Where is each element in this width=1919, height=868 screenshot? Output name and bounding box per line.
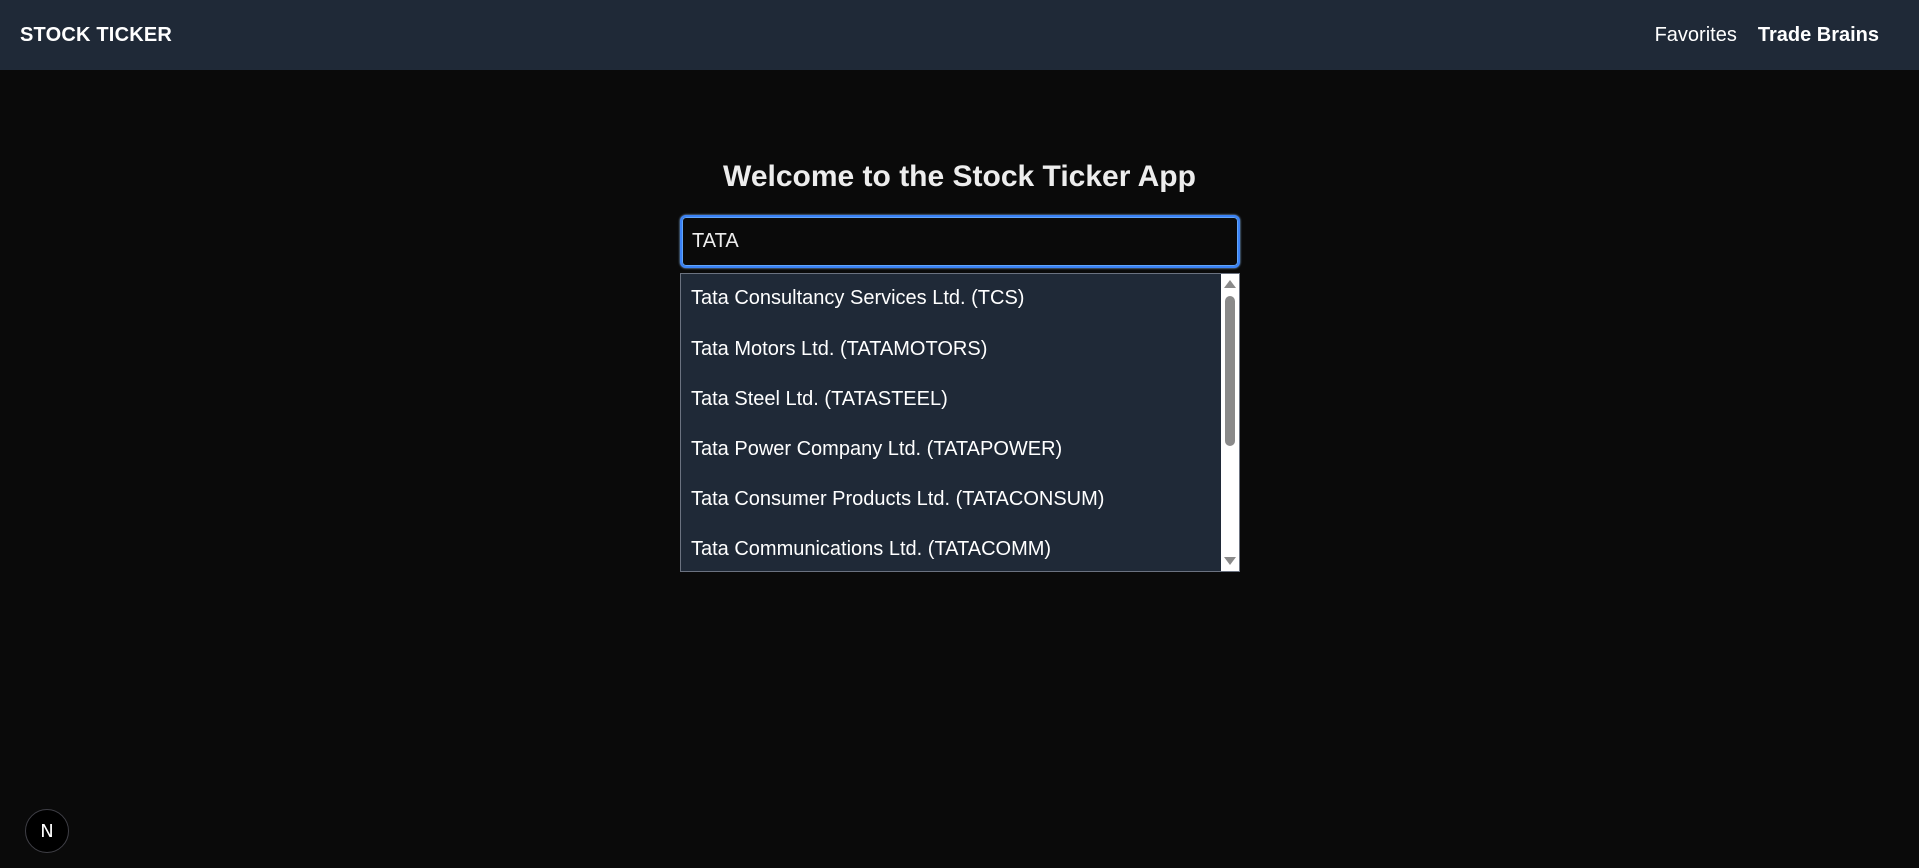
page-title: Welcome to the Stock Ticker App [723, 160, 1196, 193]
app-brand[interactable]: STOCK TICKER [20, 24, 172, 47]
suggestion-item[interactable]: Tata Power Company Ltd. (TATAPOWER) [681, 424, 1220, 474]
nextjs-logo-icon[interactable]: N [25, 809, 69, 853]
suggestion-item[interactable]: Tata Consultancy Services Ltd. (TCS) [681, 274, 1220, 324]
suggestion-item[interactable]: Tata Motors Ltd. (TATAMOTORS) [681, 324, 1220, 374]
nav-link-trade-brains[interactable]: Trade Brains [1758, 24, 1879, 47]
stock-search-input[interactable] [680, 215, 1240, 268]
search-container [680, 215, 1240, 268]
scroll-up-arrow-icon[interactable] [1224, 280, 1236, 288]
suggestion-item[interactable]: Tata Steel Ltd. (TATASTEEL) [681, 374, 1220, 424]
top-navbar: STOCK TICKER Favorites Trade Brains [0, 0, 1919, 70]
nextjs-badge-label: N [40, 820, 54, 842]
suggestion-item[interactable]: Tata Consumer Products Ltd. (TATACONSUM) [681, 474, 1220, 524]
dropdown-scrollbar[interactable] [1221, 274, 1239, 571]
suggestions-dropdown: Tata Consultancy Services Ltd. (TCS) Tat… [680, 273, 1240, 572]
suggestion-item[interactable]: Tata Communications Ltd. (TATACOMM) [681, 524, 1220, 571]
suggestions-list: Tata Consultancy Services Ltd. (TCS) Tat… [681, 274, 1220, 571]
nav-links: Favorites Trade Brains [1655, 24, 1899, 47]
scrollbar-thumb[interactable] [1225, 296, 1235, 446]
nav-link-favorites[interactable]: Favorites [1655, 24, 1737, 47]
scroll-down-arrow-icon[interactable] [1224, 557, 1236, 565]
